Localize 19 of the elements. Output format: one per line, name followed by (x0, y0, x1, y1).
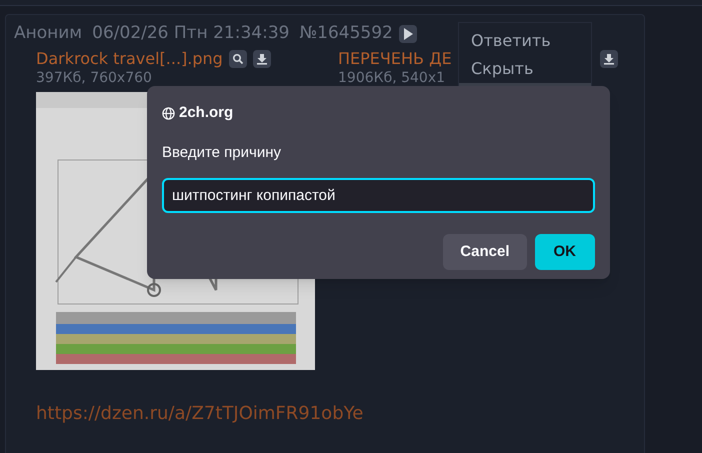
post-date: 06/02/26 Птн 21:34:39 (92, 22, 290, 45)
menu-item[interactable]: Скрыть (459, 55, 591, 83)
dialog-button[interactable]: OK (534, 234, 595, 270)
search-icon[interactable] (228, 50, 247, 68)
play-icon[interactable] (398, 24, 417, 43)
file-name-link[interactable]: Darkrock travel[...].png (36, 46, 223, 70)
dialog-title: 2ch.org (179, 103, 234, 123)
dialog-button[interactable]: Cancel (443, 234, 526, 270)
dialog-prompt: Введите причину (162, 142, 282, 162)
reason-input-field[interactable]: шитпостинг копипастой (162, 178, 595, 213)
menu-item[interactable]: Ответить (459, 27, 591, 55)
file-info: 397Кб, 760x760 (36, 70, 152, 86)
post-author: Аноним (14, 22, 82, 45)
download-icon[interactable] (252, 50, 271, 68)
file-name-link[interactable]: ПЕРЕЧЕНЬ ДЕ (338, 46, 452, 70)
globe-icon (162, 106, 175, 120)
post-number[interactable]: №1645592 (299, 21, 393, 46)
download-icon[interactable] (600, 50, 618, 68)
file-info: 1906Кб, 540x1 (338, 70, 446, 86)
